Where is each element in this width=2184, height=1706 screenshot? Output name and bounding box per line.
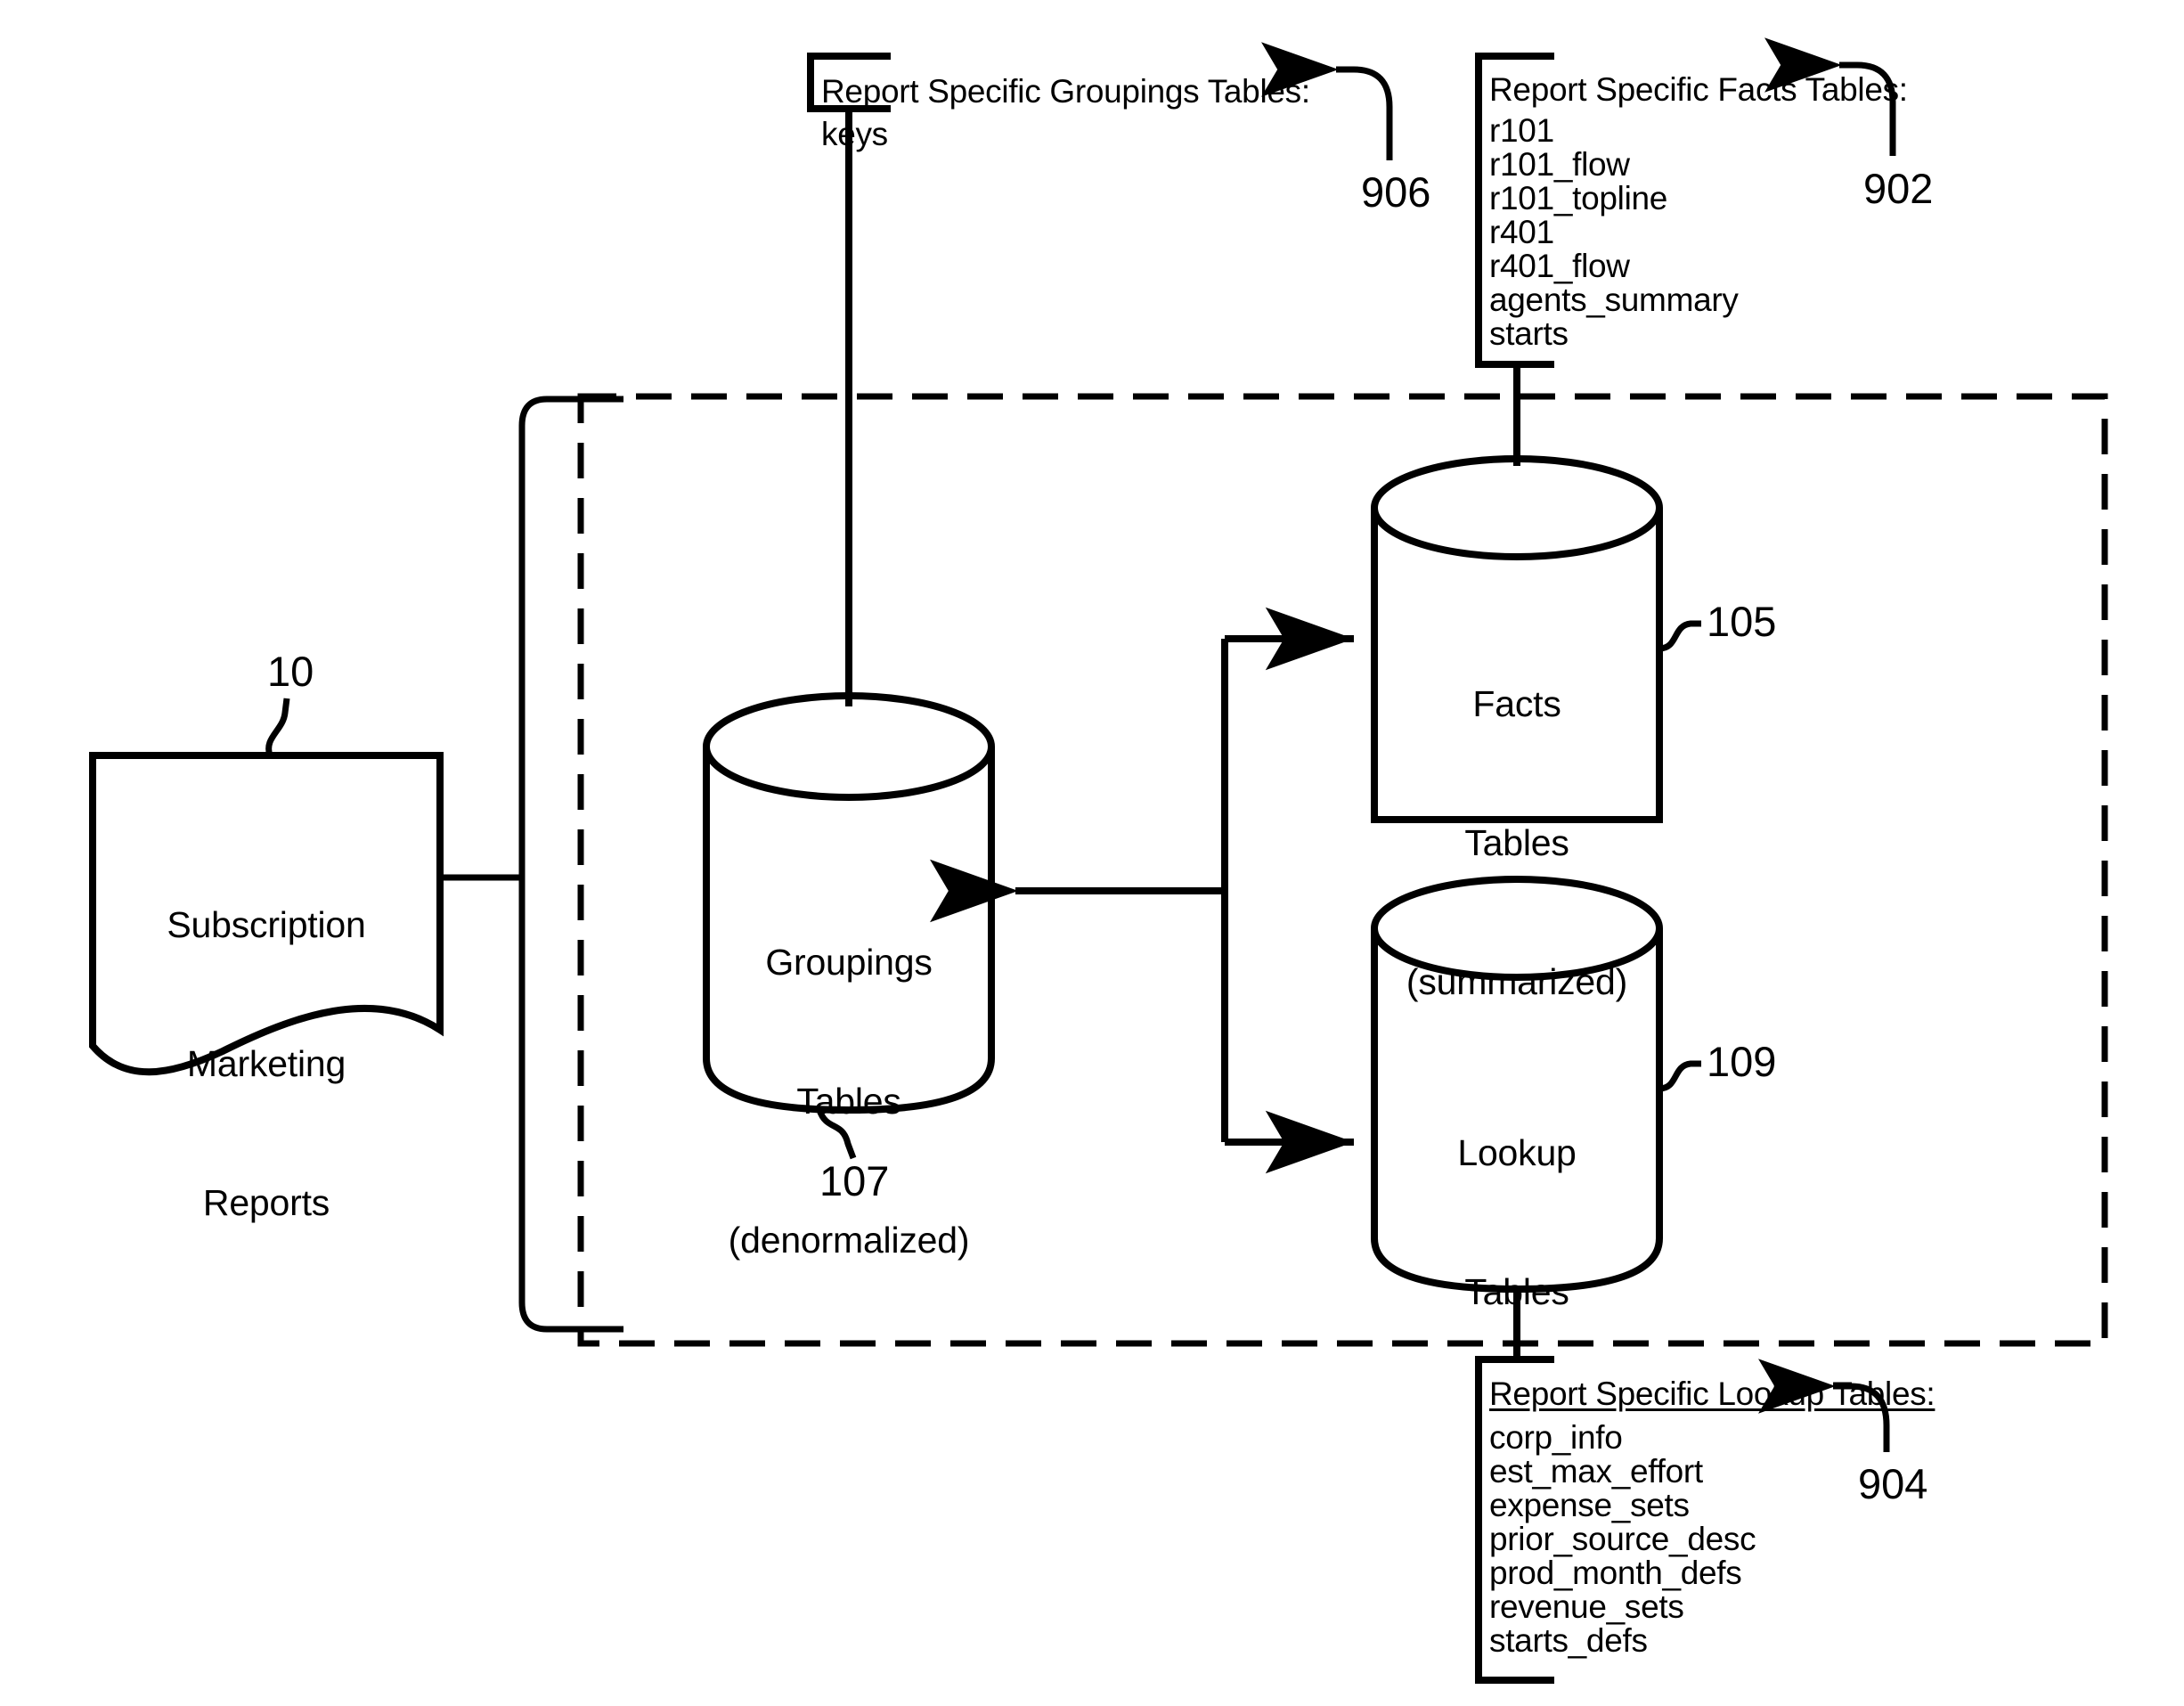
groupings-label-heading: Report Specific Groupings Tables: — [821, 73, 1310, 110]
groupings-tables-line-1: Tables — [796, 1081, 901, 1122]
ref-number-904: 904 — [1858, 1460, 1928, 1507]
ref-105-leader — [1658, 620, 1701, 652]
reports-line-1: Marketing — [186, 1043, 346, 1084]
ref-number-105: 105 — [1707, 598, 1777, 645]
ref-109-leader — [1658, 1060, 1701, 1092]
ref-number-10: 10 — [267, 648, 314, 695]
ref-number-906: 906 — [1361, 168, 1431, 216]
facts-tables-line-2: (summarized) — [1406, 961, 1628, 1002]
lookup-tables-line-0: Lookup — [1457, 1132, 1577, 1173]
facts-tables-line-1: Tables — [1464, 822, 1569, 863]
lookup-tables-node-label: Lookup Tables — [1374, 1037, 1659, 1408]
facts-tables-node-label: Facts Tables (summarized) — [1374, 588, 1659, 1098]
groupings-tables-node-label: Groupings Tables (denormalized) — [693, 846, 1005, 1356]
ref-906-callout-arrow — [1261, 42, 1393, 160]
lookup-tables-line-1: Tables — [1464, 1271, 1569, 1312]
ref-number-902: 902 — [1863, 165, 1934, 212]
facts-tables-line-0: Facts — [1472, 683, 1561, 724]
facts-cylinder-top — [1371, 455, 1663, 560]
left-bracket — [518, 396, 623, 1333]
groupings-label-item-keys: keys — [821, 116, 888, 152]
groupings-tables-line-0: Groupings — [765, 942, 933, 983]
lookup-label-item-6: starts_defs — [1489, 1622, 1648, 1659]
ref-number-109: 109 — [1707, 1038, 1777, 1085]
ref-number-107: 107 — [819, 1157, 890, 1204]
facts-label-item-6: starts — [1489, 315, 1569, 352]
reports-line-2: Reports — [202, 1182, 330, 1223]
groupings-cylinder-top — [703, 692, 995, 801]
reports-node-label: Subscription Marketing Reports — [93, 809, 440, 1318]
groupings-tables-line-2: (denormalized) — [728, 1220, 970, 1261]
figure-canvas: Report Specific Groupings Tables: keys 9… — [0, 0, 2184, 1706]
reports-line-0: Subscription — [167, 904, 366, 945]
facts-label-heading: Report Specific Facts Tables: — [1489, 71, 1908, 108]
ref-10-leader — [265, 698, 290, 757]
